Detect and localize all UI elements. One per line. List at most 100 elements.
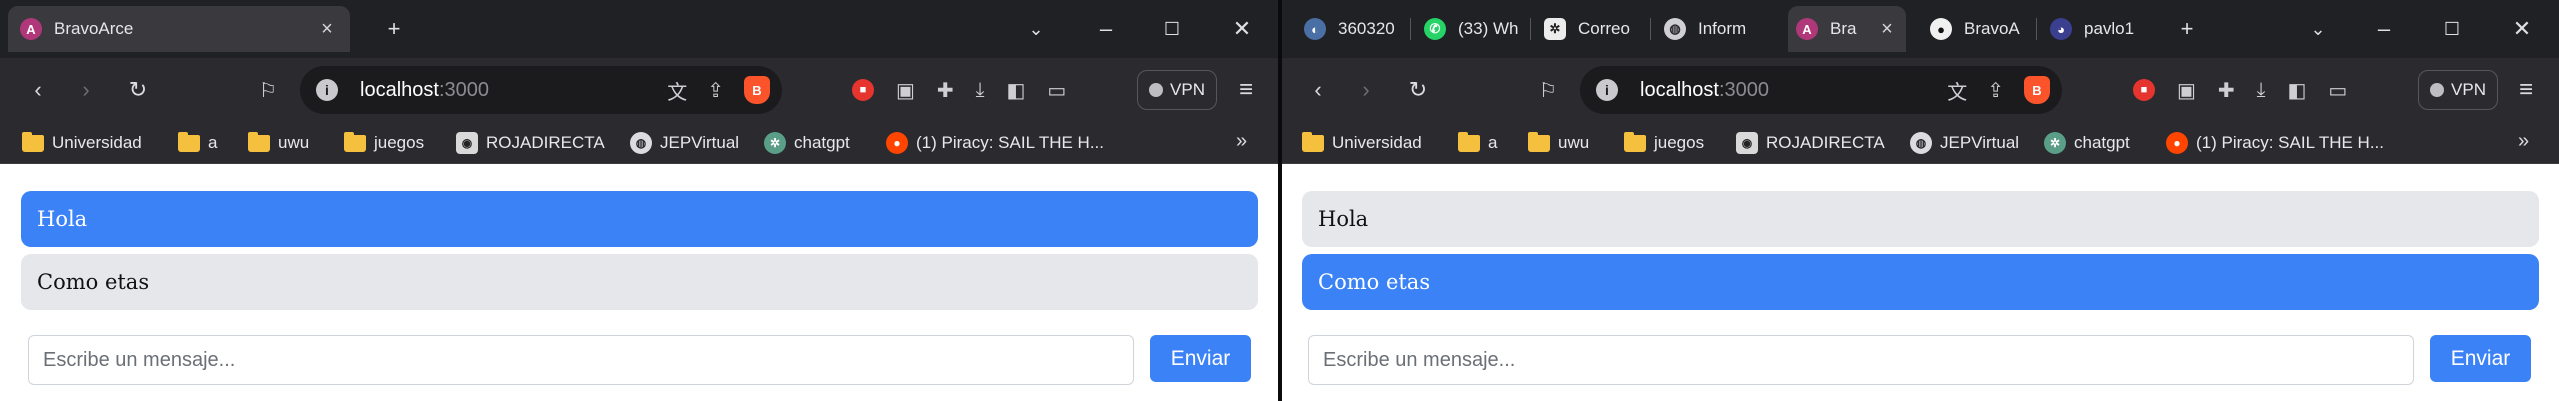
wallet-icon[interactable]: ▭ — [2328, 78, 2347, 103]
minimize-button[interactable]: – — [1086, 10, 1126, 48]
send-button[interactable]: Enviar — [1150, 335, 1251, 382]
vpn-button[interactable]: VPN — [1137, 70, 1217, 110]
bookmark-jepvirtual[interactable]: ◍ JEPVirtual — [630, 130, 739, 156]
maximize-button[interactable]: ☐ — [2432, 10, 2472, 48]
bookmark-juegos[interactable]: juegos — [344, 130, 424, 156]
address-bar[interactable]: i localhost:3000 文 ⇪ B — [300, 66, 782, 114]
tab-inform[interactable]: ◍ Inform — [1656, 6, 1766, 52]
bookmarks-bar: Universidad a uwu juegos ◉ ROJADIRECTA ◍ J… — [1282, 122, 2559, 164]
bookmark-a[interactable]: a — [1458, 130, 1497, 156]
download-icon[interactable]: ⤓ — [976, 79, 985, 102]
folder-icon — [1458, 131, 1480, 152]
folder-icon — [1302, 131, 1324, 152]
tab-pavlo[interactable]: ◕ pavlo1 — [2042, 6, 2152, 52]
puzzle-extensions-icon[interactable]: ✚ — [2218, 78, 2235, 103]
wallet-icon[interactable]: ▭ — [1047, 78, 1066, 103]
forward-icon[interactable]: › — [66, 70, 106, 110]
address-bar[interactable]: i localhost:3000 文 ⇪ B — [1580, 66, 2062, 114]
tab-bravoarce-active[interactable]: A Bra × — [1788, 6, 1906, 52]
bookmark-rojadirecta[interactable]: ◉ ROJADIRECTA — [1736, 130, 1885, 156]
download-icon[interactable]: ⤓ — [2257, 79, 2266, 102]
bookmark-a[interactable]: a — [178, 130, 217, 156]
bookmark-icon[interactable]: ⚐ — [248, 70, 288, 110]
bookmark-label: chatgpt — [2074, 133, 2130, 152]
more-bookmarks-icon[interactable]: » — [2518, 130, 2529, 156]
tab-bravoarce[interactable]: A BravoArce × — [8, 6, 350, 52]
vpn-status-icon — [2430, 83, 2445, 97]
bookmark-piracy[interactable]: ● (1) Piracy: SAIL THE H... — [2166, 130, 2384, 156]
reload-icon[interactable]: ↻ — [1398, 70, 1438, 110]
bookmark-label: (1) Piracy: SAIL THE H... — [2196, 133, 2384, 152]
puzzle-extensions-icon[interactable]: ✚ — [937, 78, 954, 103]
maximize-button[interactable]: ☐ — [1152, 10, 1192, 48]
tab-title: Correo — [1578, 19, 1630, 38]
translate-icon[interactable]: 文 — [667, 76, 687, 105]
bookmarks-bar: Universidad a uwu juegos ◉ ROJADIRECTA ◍ J… — [0, 122, 1278, 164]
message-input[interactable] — [28, 335, 1134, 385]
bookmark-icon[interactable]: ⚐ — [1528, 70, 1568, 110]
url-port: :3000 — [438, 78, 489, 101]
sidebar-icon[interactable]: ◧ — [2288, 78, 2307, 103]
menu-icon[interactable]: ≡ — [1228, 70, 1264, 110]
folder-icon — [178, 131, 200, 152]
tab-title: BravoArce — [54, 19, 134, 38]
tab-360320[interactable]: ◐ 360320 — [1296, 6, 1406, 52]
new-tab-button[interactable]: + — [374, 10, 414, 48]
bookmark-label: JEPVirtual — [1940, 133, 2020, 152]
close-tab-icon[interactable]: × — [316, 18, 338, 41]
more-bookmarks-icon[interactable]: » — [1236, 130, 1247, 156]
site-info-icon[interactable]: i — [1596, 79, 1618, 101]
vpn-label: VPN — [1170, 80, 1205, 99]
send-button[interactable]: Enviar — [2430, 335, 2531, 382]
bookmark-universidad[interactable]: Universidad — [22, 130, 142, 156]
back-icon[interactable]: ‹ — [1298, 70, 1338, 110]
brave-shields-icon[interactable]: B — [2024, 76, 2050, 104]
close-window-button[interactable]: ✕ — [1222, 10, 1262, 48]
reload-icon[interactable]: ↻ — [118, 70, 158, 110]
site-info-icon[interactable]: i — [316, 79, 338, 101]
bookmark-rojadirecta[interactable]: ◉ ROJADIRECTA — [456, 130, 605, 156]
forward-icon[interactable]: › — [1346, 70, 1386, 110]
adblock-extension-icon[interactable]: ■ — [852, 79, 874, 101]
sidebar-icon[interactable]: ◧ — [1007, 78, 1026, 103]
vpn-button[interactable]: VPN — [2418, 70, 2498, 110]
bookmark-label: Universidad — [1332, 133, 1422, 152]
site-icon: ◉ — [456, 132, 478, 154]
share-icon[interactable]: ⇪ — [707, 78, 724, 103]
tab-github[interactable]: ● BravoA — [1922, 6, 2032, 52]
tab-whatsapp[interactable]: ✆ (33) Wh — [1416, 6, 1526, 52]
adblock-extension-icon[interactable]: ■ — [2133, 79, 2155, 101]
bookmark-piracy[interactable]: ● (1) Piracy: SAIL THE H... — [886, 130, 1104, 156]
minimize-button[interactable]: – — [2364, 10, 2404, 48]
tab-correo[interactable]: ✲ Correo — [1536, 6, 1646, 52]
tab-search-chevron-icon[interactable]: ⌄ — [1016, 10, 1056, 48]
menu-icon[interactable]: ≡ — [2508, 70, 2544, 110]
folder-icon — [1528, 131, 1550, 152]
media-extension-icon[interactable]: ▣ — [896, 78, 915, 103]
bookmark-uwu[interactable]: uwu — [248, 130, 309, 156]
tab-title: BravoA — [1964, 19, 2020, 38]
bookmark-uwu[interactable]: uwu — [1528, 130, 1589, 156]
bookmark-chatgpt[interactable]: ✲ chatgpt — [764, 130, 850, 156]
media-extension-icon[interactable]: ▣ — [2177, 78, 2196, 103]
bookmark-label: ROJADIRECTA — [1766, 133, 1885, 152]
chat-page: Hola Como etas Enviar — [0, 164, 1278, 401]
bookmark-juegos[interactable]: juegos — [1624, 130, 1704, 156]
bookmark-universidad[interactable]: Universidad — [1302, 130, 1422, 156]
bookmark-jepvirtual[interactable]: ◍ JEPVirtual — [1910, 130, 2019, 156]
message-input[interactable] — [1308, 335, 2414, 385]
translate-icon[interactable]: 文 — [1947, 76, 1967, 105]
bookmark-label: ROJADIRECTA — [486, 133, 605, 152]
back-icon[interactable]: ‹ — [18, 70, 58, 110]
tab-search-chevron-icon[interactable]: ⌄ — [2298, 10, 2338, 48]
new-tab-button[interactable]: + — [2167, 10, 2207, 48]
bookmark-chatgpt[interactable]: ✲ chatgpt — [2044, 130, 2130, 156]
chat-page: Hola Como etas Enviar — [1282, 164, 2559, 401]
share-icon[interactable]: ⇪ — [1987, 78, 2004, 103]
close-window-button[interactable]: ✕ — [2502, 10, 2542, 48]
close-tab-icon[interactable]: × — [1876, 18, 1898, 41]
bookmark-label: JEPVirtual — [660, 133, 740, 152]
brave-shields-icon[interactable]: B — [744, 76, 770, 104]
user-avatar-favicon: ◐ — [1304, 18, 1326, 40]
chat-message-self: Hola — [21, 191, 1258, 247]
